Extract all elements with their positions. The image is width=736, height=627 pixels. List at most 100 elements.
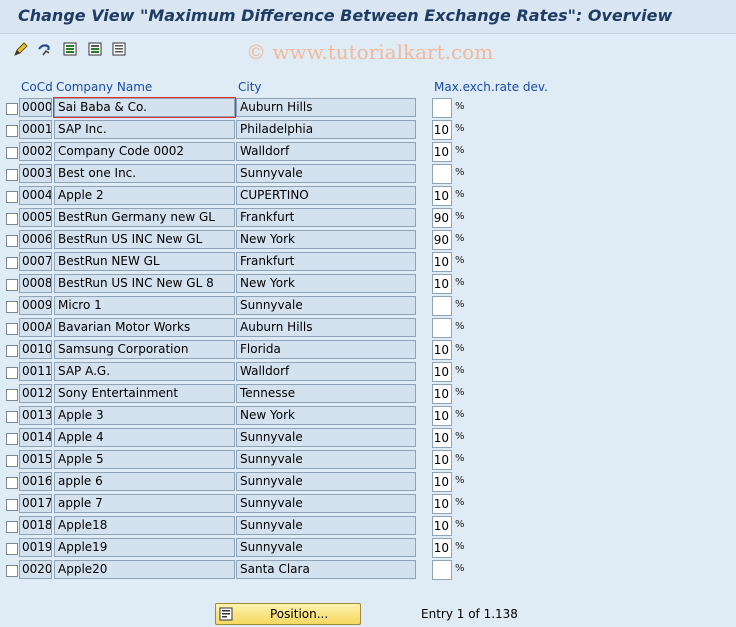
company-code-cell: 000A bbox=[19, 318, 52, 337]
deselect-all-icon[interactable] bbox=[110, 40, 128, 58]
company-name-cell[interactable]: BestRun US INC New GL bbox=[54, 230, 235, 249]
company-name-cell[interactable]: Company Code 0002 bbox=[54, 142, 235, 161]
company-name-cell[interactable]: Apple 4 bbox=[54, 428, 235, 447]
company-name-cell[interactable]: apple 7 bbox=[54, 494, 235, 513]
edit-icon[interactable] bbox=[12, 40, 30, 58]
max-exch-rate-dev-input[interactable]: 10 bbox=[432, 494, 452, 514]
city-cell[interactable]: CUPERTINO bbox=[236, 186, 416, 205]
company-name-cell[interactable]: SAP Inc. bbox=[54, 120, 235, 139]
row-select-checkbox[interactable] bbox=[6, 367, 18, 379]
city-cell[interactable]: New York bbox=[236, 406, 416, 425]
city-cell[interactable]: Philadelphia bbox=[236, 120, 416, 139]
company-name-cell[interactable]: BestRun US INC New GL 8 bbox=[54, 274, 235, 293]
select-block-icon[interactable] bbox=[86, 40, 104, 58]
company-name-cell[interactable]: Sai Baba & Co. bbox=[53, 97, 236, 118]
row-select-checkbox[interactable] bbox=[6, 543, 18, 555]
city-cell[interactable]: Auburn Hills bbox=[236, 318, 416, 337]
city-cell[interactable]: Sunnyvale bbox=[236, 296, 416, 315]
row-select-checkbox[interactable] bbox=[6, 565, 18, 577]
row-select-checkbox[interactable] bbox=[6, 323, 18, 335]
max-exch-rate-dev-input[interactable]: 10 bbox=[432, 252, 452, 272]
row-select-checkbox[interactable] bbox=[6, 389, 18, 401]
column-header-cocd[interactable]: CoCd bbox=[21, 80, 53, 94]
city-cell[interactable]: Sunnyvale bbox=[236, 516, 416, 535]
column-header-city[interactable]: City bbox=[238, 80, 262, 94]
city-cell[interactable]: Sunnyvale bbox=[236, 450, 416, 469]
max-exch-rate-dev-input[interactable]: 10 bbox=[432, 472, 452, 492]
company-name-cell[interactable]: BestRun Germany new GL bbox=[54, 208, 235, 227]
max-exch-rate-dev-input[interactable]: 10 bbox=[432, 186, 452, 206]
city-cell[interactable]: Sunnyvale bbox=[236, 494, 416, 513]
company-code-cell: 0009 bbox=[19, 296, 52, 315]
max-exch-rate-dev-input[interactable] bbox=[432, 318, 452, 338]
display-change-icon[interactable] bbox=[36, 40, 54, 58]
company-name-cell[interactable]: Apple20 bbox=[54, 560, 235, 579]
company-name-cell[interactable]: apple 6 bbox=[54, 472, 235, 491]
row-select-checkbox[interactable] bbox=[6, 103, 18, 115]
row-select-checkbox[interactable] bbox=[6, 301, 18, 313]
company-name-cell[interactable]: SAP A.G. bbox=[54, 362, 235, 381]
row-select-checkbox[interactable] bbox=[6, 235, 18, 247]
position-button[interactable]: Position... bbox=[215, 603, 361, 625]
row-select-checkbox[interactable] bbox=[6, 455, 18, 467]
company-name-cell[interactable]: Bavarian Motor Works bbox=[54, 318, 235, 337]
company-name-cell[interactable]: Apple 2 bbox=[54, 186, 235, 205]
max-exch-rate-dev-input[interactable]: 10 bbox=[432, 428, 452, 448]
city-cell[interactable]: New York bbox=[236, 274, 416, 293]
row-select-checkbox[interactable] bbox=[6, 257, 18, 269]
company-name-cell[interactable]: Apple 3 bbox=[54, 406, 235, 425]
company-name-cell[interactable]: Micro 1 bbox=[54, 296, 235, 315]
company-name-cell[interactable]: Apple18 bbox=[54, 516, 235, 535]
company-name-cell[interactable]: Apple19 bbox=[54, 538, 235, 557]
city-cell[interactable]: Sunnyvale bbox=[236, 538, 416, 557]
city-cell[interactable]: Walldorf bbox=[236, 362, 416, 381]
company-name-cell[interactable]: Samsung Corporation bbox=[54, 340, 235, 359]
row-select-checkbox[interactable] bbox=[6, 191, 18, 203]
row-select-checkbox[interactable] bbox=[6, 345, 18, 357]
row-select-checkbox[interactable] bbox=[6, 521, 18, 533]
company-name-cell[interactable]: Best one Inc. bbox=[54, 164, 235, 183]
city-cell[interactable]: Sunnyvale bbox=[236, 164, 416, 183]
row-select-checkbox[interactable] bbox=[6, 411, 18, 423]
row-select-checkbox[interactable] bbox=[6, 147, 18, 159]
row-select-checkbox[interactable] bbox=[6, 499, 18, 511]
city-cell[interactable]: New York bbox=[236, 230, 416, 249]
max-exch-rate-dev-input[interactable]: 10 bbox=[432, 450, 452, 470]
row-select-checkbox[interactable] bbox=[6, 279, 18, 291]
row-select-checkbox[interactable] bbox=[6, 477, 18, 489]
row-select-checkbox[interactable] bbox=[6, 213, 18, 225]
max-exch-rate-dev-input[interactable]: 10 bbox=[432, 516, 452, 536]
row-select-checkbox[interactable] bbox=[6, 125, 18, 137]
city-cell[interactable]: Auburn Hills bbox=[236, 98, 416, 117]
company-name-cell[interactable]: Sony Entertainment bbox=[54, 384, 235, 403]
max-exch-rate-dev-input[interactable]: 90 bbox=[432, 208, 452, 228]
max-exch-rate-dev-input[interactable]: 10 bbox=[432, 120, 452, 140]
select-all-icon[interactable] bbox=[61, 40, 79, 58]
city-cell[interactable]: Florida bbox=[236, 340, 416, 359]
max-exch-rate-dev-input[interactable]: 90 bbox=[432, 230, 452, 250]
row-select-checkbox[interactable] bbox=[6, 169, 18, 181]
city-cell[interactable]: Tennesse bbox=[236, 384, 416, 403]
max-exch-rate-dev-input[interactable]: 10 bbox=[432, 384, 452, 404]
city-cell[interactable]: Sunnyvale bbox=[236, 472, 416, 491]
city-cell[interactable]: Walldorf bbox=[236, 142, 416, 161]
row-select-checkbox[interactable] bbox=[6, 433, 18, 445]
max-exch-rate-dev-input[interactable] bbox=[432, 296, 452, 316]
column-header-max-exch-rate-dev[interactable]: Max.exch.rate dev. bbox=[434, 80, 548, 94]
max-exch-rate-dev-input[interactable]: 10 bbox=[432, 362, 452, 382]
max-exch-rate-dev-input[interactable] bbox=[432, 164, 452, 184]
company-name-cell[interactable]: BestRun NEW GL bbox=[54, 252, 235, 271]
max-exch-rate-dev-input[interactable] bbox=[432, 98, 452, 118]
city-cell[interactable]: Frankfurt bbox=[236, 252, 416, 271]
max-exch-rate-dev-input[interactable] bbox=[432, 560, 452, 580]
max-exch-rate-dev-input[interactable]: 10 bbox=[432, 406, 452, 426]
max-exch-rate-dev-input[interactable]: 10 bbox=[432, 340, 452, 360]
column-header-company-name[interactable]: Company Name bbox=[56, 80, 152, 94]
company-name-cell[interactable]: Apple 5 bbox=[54, 450, 235, 469]
max-exch-rate-dev-input[interactable]: 10 bbox=[432, 538, 452, 558]
max-exch-rate-dev-input[interactable]: 10 bbox=[432, 142, 452, 162]
city-cell[interactable]: Frankfurt bbox=[236, 208, 416, 227]
max-exch-rate-dev-input[interactable]: 10 bbox=[432, 274, 452, 294]
city-cell[interactable]: Santa Clara bbox=[236, 560, 416, 579]
city-cell[interactable]: Sunnyvale bbox=[236, 428, 416, 447]
